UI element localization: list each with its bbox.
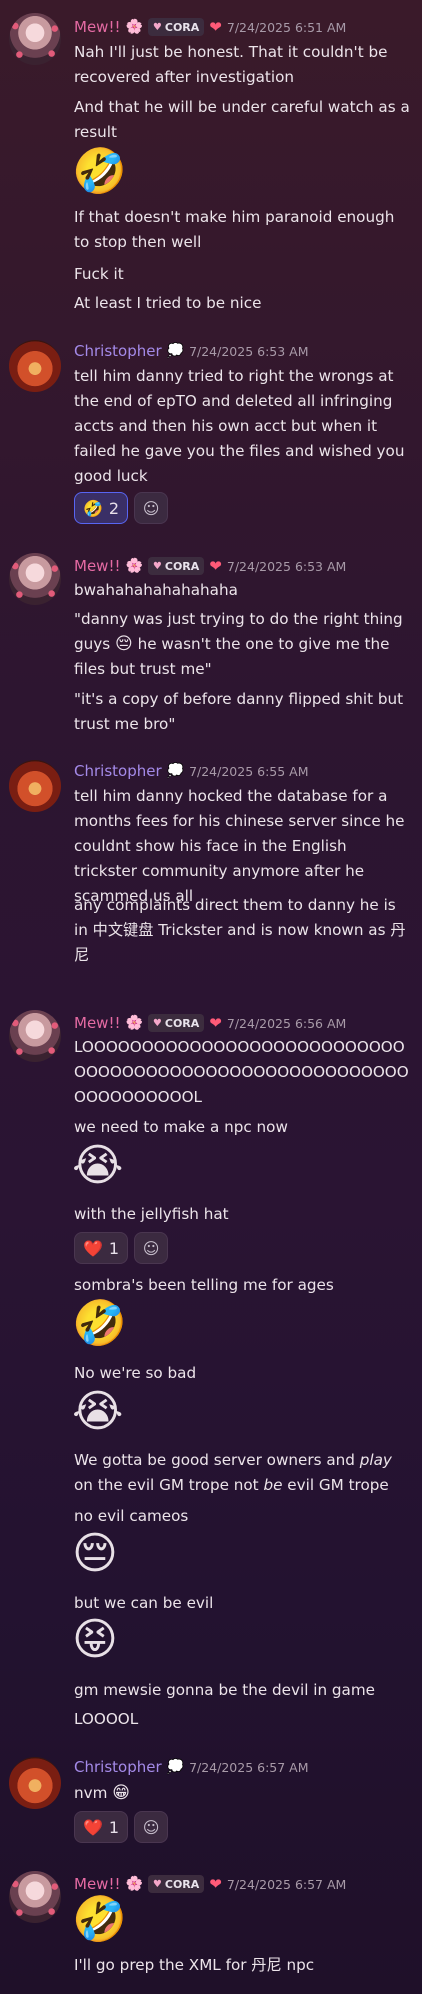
message-text: If that doesn't make him paranoid enough… <box>74 208 395 251</box>
heart-icon: ❤ <box>209 1014 222 1032</box>
avatar[interactable] <box>9 13 61 65</box>
thought-bubble-icon: 💭 <box>166 343 185 359</box>
message-text: I'll go prep the XML for 丹尼 npc <box>74 1956 315 1974</box>
smiley-icon: ☺ <box>142 1817 160 1837</box>
timestamp[interactable]: 7/24/2025 6:53 AM <box>227 559 346 574</box>
flower-icon: 🌸 <box>125 558 143 574</box>
message-text: No we're so bad <box>74 1364 197 1382</box>
heart-icon: ❤ <box>209 18 222 36</box>
reaction-count: 1 <box>108 1817 120 1837</box>
message-text: LOOOOL <box>74 1710 139 1728</box>
rolling-laughing-icon: 🤣 <box>83 498 103 518</box>
username[interactable]: Mew!! <box>74 1014 120 1032</box>
add-reaction-button[interactable]: ☺ <box>134 492 169 524</box>
flower-icon: 🌸 <box>125 1015 143 1031</box>
heart-icon: ❤ <box>209 1875 222 1893</box>
timestamp[interactable]: 7/24/2025 6:53 AM <box>189 344 308 359</box>
message-text: bwahahahahahahaha <box>74 581 238 599</box>
timestamp[interactable]: 7/24/2025 6:51 AM <box>227 20 346 35</box>
pensive-emoji: 😔 <box>72 1528 118 1579</box>
guild-tag[interactable]: ♥ CORA <box>147 18 205 36</box>
avatar[interactable] <box>9 1757 61 1809</box>
pensive-emoji: 😔 <box>115 634 133 654</box>
message-text: tell him danny hocked the database for a… <box>74 787 405 905</box>
rolling-laughing-emoji: 🤣 <box>72 146 127 197</box>
timestamp[interactable]: 7/24/2025 6:55 AM <box>189 764 308 779</box>
heart-icon: ♥ <box>152 560 162 572</box>
username[interactable]: Mew!! <box>74 1875 120 1893</box>
heart-icon: ♥ <box>152 1017 162 1029</box>
thought-bubble-icon: 💭 <box>166 1759 185 1775</box>
timestamp[interactable]: 7/24/2025 6:57 AM <box>227 1877 346 1892</box>
reaction-button[interactable]: ❤️ 1 <box>74 1811 129 1843</box>
red-heart-icon: ❤️ <box>83 1817 103 1837</box>
message-header: Christopher 💭 7/24/2025 6:53 AM <box>74 340 309 362</box>
message-text: with the jellyfish hat <box>74 1205 229 1223</box>
chat-log: Mew!! 🌸 ♥ CORA ❤ 7/24/2025 6:51 AM Nah I'… <box>0 0 422 1994</box>
message-header: Mew!! 🌸 ♥ CORA ❤ 7/24/2025 6:51 AM <box>74 16 346 38</box>
add-reaction-button[interactable]: ☺ <box>134 1232 169 1264</box>
guild-tag[interactable]: ♥ CORA <box>147 1014 205 1032</box>
message-header: Christopher 💭 7/24/2025 6:57 AM <box>74 1756 309 1778</box>
heart-icon: ♥ <box>152 1878 162 1890</box>
message-text: Nah I'll just be honest. That it couldn'… <box>74 43 388 86</box>
reaction-count: 2 <box>108 498 120 518</box>
heart-icon: ❤ <box>209 557 222 575</box>
username[interactable]: Christopher <box>74 762 162 780</box>
rolling-laughing-emoji: 🤣 <box>72 1298 127 1349</box>
avatar[interactable] <box>9 1871 61 1923</box>
message-text: tell him danny tried to right the wrongs… <box>74 367 405 485</box>
message-text: any complaints direct them to danny he i… <box>74 896 406 964</box>
message-text: sombra's been telling me for ages <box>74 1276 334 1294</box>
rolling-laughing-emoji: 🤣 <box>72 1894 127 1945</box>
reaction-bar: 🤣 2 ☺ <box>74 492 169 524</box>
username[interactable]: Christopher <box>74 1758 162 1776</box>
message-text: nvm 😁 <box>74 1783 130 1803</box>
message-text: but we can be evil <box>74 1594 214 1612</box>
avatar[interactable] <box>9 553 61 605</box>
avatar[interactable] <box>9 340 61 392</box>
message-text: gm mewsie gonna be the devil in game <box>74 1681 376 1699</box>
reaction-button[interactable]: 🤣 2 <box>74 492 129 524</box>
heart-icon: ♥ <box>152 21 162 33</box>
message-header: Mew!! 🌸 ♥ CORA ❤ 7/24/2025 6:53 AM <box>74 555 346 577</box>
message-text: "it's a copy of before danny flipped shi… <box>74 690 404 733</box>
message-text: We gotta be good server owners and play … <box>74 1451 392 1494</box>
message-text: we need to make a npc now <box>74 1118 288 1136</box>
grinning-emoji: 😁 <box>112 1783 130 1803</box>
message-text: Fuck it <box>74 265 124 283</box>
guild-tag[interactable]: ♥ CORA <box>147 1875 205 1893</box>
avatar[interactable] <box>9 1010 61 1062</box>
red-heart-icon: ❤️ <box>83 1238 103 1258</box>
smiley-icon: ☺ <box>142 1238 160 1258</box>
message-header: Mew!! 🌸 ♥ CORA ❤ 7/24/2025 6:56 AM <box>74 1012 346 1034</box>
reaction-button[interactable]: ❤️ 1 <box>74 1232 129 1264</box>
message-text: "danny was just trying to do the right t… <box>74 610 403 678</box>
message-text: And that he will be under careful watch … <box>74 98 410 141</box>
reaction-count: 1 <box>108 1238 120 1258</box>
flower-icon: 🌸 <box>125 1876 143 1892</box>
message-text: no evil cameos <box>74 1507 189 1525</box>
timestamp[interactable]: 7/24/2025 6:56 AM <box>227 1016 346 1031</box>
username[interactable]: Mew!! <box>74 18 120 36</box>
reaction-bar: ❤️ 1 ☺ <box>74 1811 169 1843</box>
reaction-bar: ❤️ 1 ☺ <box>74 1232 169 1264</box>
thought-bubble-icon: 💭 <box>166 763 185 779</box>
add-reaction-button[interactable]: ☺ <box>134 1811 169 1843</box>
message-header: Mew!! 🌸 ♥ CORA ❤ 7/24/2025 6:57 AM <box>74 1873 346 1895</box>
message-text: LOOOOOOOOOOOOOOOOOOOOOOOOOOOOOOOOOOOOOOO… <box>74 1038 409 1106</box>
loudly-crying-emoji: 😭 <box>72 1386 124 1437</box>
message-text: At least I tried to be nice <box>74 294 262 312</box>
message-header: Christopher 💭 7/24/2025 6:55 AM <box>74 760 309 782</box>
loudly-crying-emoji: 😭 <box>72 1140 124 1191</box>
timestamp[interactable]: 7/24/2025 6:57 AM <box>189 1760 308 1775</box>
flower-icon: 🌸 <box>125 19 143 35</box>
smiley-icon: ☺ <box>142 498 160 518</box>
username[interactable]: Christopher <box>74 342 162 360</box>
username[interactable]: Mew!! <box>74 557 120 575</box>
squinting-tongue-emoji: 😝 <box>72 1614 118 1665</box>
guild-tag[interactable]: ♥ CORA <box>147 557 205 575</box>
avatar[interactable] <box>9 760 61 812</box>
